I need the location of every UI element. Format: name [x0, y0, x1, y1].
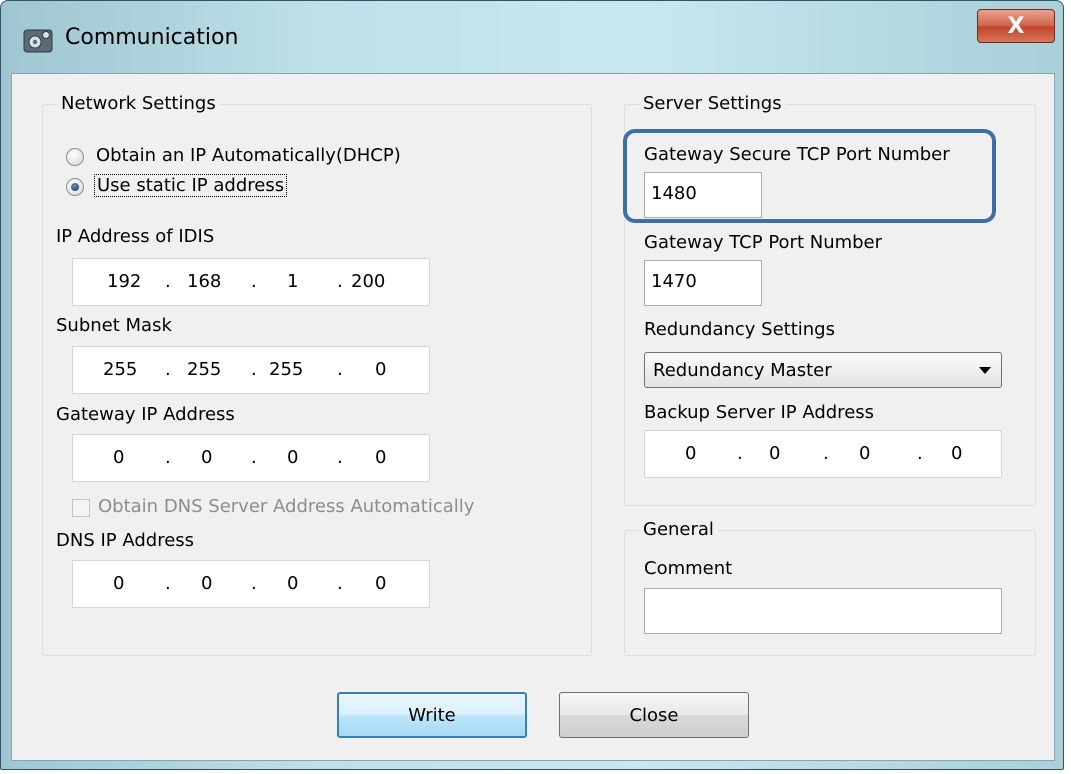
ip-dot: .: [165, 573, 171, 594]
backup-octet-3: 0: [859, 443, 871, 464]
title-bar: Communication X: [1, 1, 1063, 73]
ip-octet-2: 168: [187, 271, 222, 292]
chevron-down-icon: [979, 367, 991, 374]
ip-dot: .: [165, 447, 171, 468]
general-legend: General: [639, 519, 718, 540]
ip-dot: .: [737, 443, 743, 464]
subnet-mask-field[interactable]: 255 . 255 . 255 . 0: [72, 346, 430, 394]
tcp-port-label: Gateway TCP Port Number: [644, 232, 883, 253]
gateway-octet-2: 0: [201, 447, 213, 468]
redundancy-select[interactable]: Redundancy Master: [644, 352, 1002, 388]
ip-octet-3: 1: [287, 271, 299, 292]
redundancy-label: Redundancy Settings: [644, 319, 835, 340]
network-settings-legend: Network Settings: [57, 93, 220, 114]
highlight-annotation: [623, 129, 996, 223]
subnet-octet-2: 255: [187, 359, 222, 380]
tcp-port-input[interactable]: 1470: [644, 260, 762, 306]
ip-dot: .: [251, 359, 257, 380]
comment-input[interactable]: [644, 588, 1002, 634]
dns-octet-1: 0: [113, 573, 125, 594]
ip-octet-4: 200: [351, 271, 386, 292]
ip-octet-1: 192: [107, 271, 142, 292]
ip-dot: .: [337, 447, 343, 468]
static-ip-radio-label[interactable]: Use static IP address: [94, 174, 288, 197]
ip-dot: .: [251, 573, 257, 594]
window-title: Communication: [65, 25, 239, 50]
ip-dot: .: [251, 271, 257, 292]
gateway-octet-4: 0: [375, 447, 387, 468]
backup-server-ip-field[interactable]: 0 . 0 . 0 . 0: [644, 430, 1002, 478]
communication-dialog: Communication X Network Settings Obtain …: [0, 0, 1064, 770]
subnet-octet-1: 255: [103, 359, 138, 380]
dns-auto-label: Obtain DNS Server Address Automatically: [98, 496, 475, 517]
gateway-octet-3: 0: [287, 447, 299, 468]
redundancy-selected-value: Redundancy Master: [653, 360, 832, 381]
backup-server-label: Backup Server IP Address: [644, 402, 875, 423]
backup-octet-4: 0: [951, 443, 963, 464]
dns-octet-2: 0: [201, 573, 213, 594]
ip-dot: .: [917, 443, 923, 464]
dhcp-radio-label[interactable]: Obtain an IP Automatically(DHCP): [96, 145, 401, 166]
ip-address-field[interactable]: 192 . 168 . 1 . 200: [72, 258, 430, 306]
dns-ip-field[interactable]: 0 . 0 . 0 . 0: [72, 560, 430, 608]
gateway-ip-label: Gateway IP Address: [56, 404, 235, 425]
ip-dot: .: [337, 271, 343, 292]
subnet-octet-4: 0: [375, 359, 387, 380]
ip-dot: .: [165, 359, 171, 380]
window-close-button[interactable]: X: [977, 9, 1055, 43]
comment-label: Comment: [644, 558, 733, 579]
gateway-ip-field[interactable]: 0 . 0 . 0 . 0: [72, 434, 430, 482]
subnet-mask-label: Subnet Mask: [56, 315, 172, 336]
ip-dot: .: [251, 447, 257, 468]
ip-dot: .: [337, 573, 343, 594]
dhcp-radio[interactable]: [66, 148, 84, 166]
backup-octet-2: 0: [769, 443, 781, 464]
close-icon: X: [1007, 13, 1025, 39]
ip-dot: .: [337, 359, 343, 380]
ip-dot: .: [823, 443, 829, 464]
subnet-octet-3: 255: [269, 359, 304, 380]
backup-octet-1: 0: [685, 443, 697, 464]
dns-auto-checkbox[interactable]: [72, 499, 90, 517]
radio-selected-dot: [71, 183, 79, 191]
dns-octet-3: 0: [287, 573, 299, 594]
ip-dot: .: [165, 271, 171, 292]
dns-octet-4: 0: [375, 573, 387, 594]
write-button[interactable]: Write: [337, 692, 527, 738]
dns-ip-label: DNS IP Address: [56, 530, 195, 551]
static-ip-radio[interactable]: [66, 178, 84, 196]
close-button[interactable]: Close: [559, 692, 749, 738]
app-gear-icon: [23, 29, 53, 53]
gateway-octet-1: 0: [113, 447, 125, 468]
ip-address-label: IP Address of IDIS: [56, 226, 215, 247]
server-settings-legend: Server Settings: [639, 93, 786, 114]
